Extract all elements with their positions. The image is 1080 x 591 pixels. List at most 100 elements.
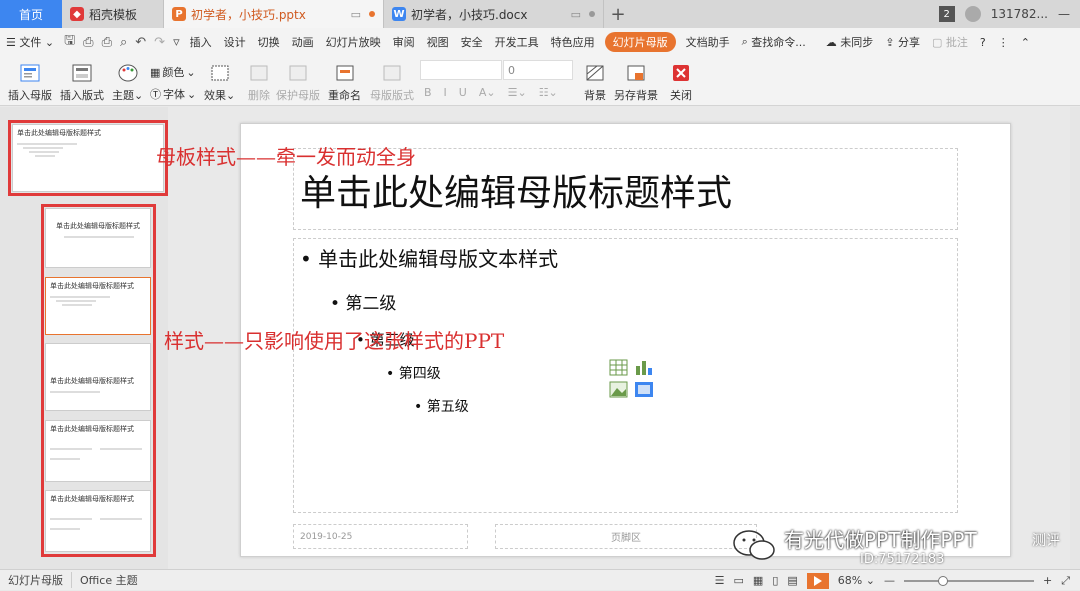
tab-pptx-label: 初学者，小技巧.pptx bbox=[191, 7, 306, 22]
master-annotation: 母板样式——牵一发而动全身 bbox=[156, 145, 416, 169]
customize-icon[interactable]: ▿ bbox=[169, 35, 184, 50]
fit-window-icon[interactable]: ⤢ bbox=[1061, 574, 1070, 588]
list-icon[interactable]: ☷⌄ bbox=[539, 86, 558, 99]
sync-status[interactable]: ☁ 未同步 bbox=[820, 34, 880, 50]
date-placeholder[interactable]: 2019-10-25 bbox=[293, 524, 468, 549]
monitor-icon[interactable]: ▭ bbox=[351, 8, 361, 21]
insert-master-button[interactable]: 插入母版 bbox=[8, 62, 52, 103]
watermark: 有光代做PPT制作PPT ID:75172183 测评 bbox=[730, 520, 1070, 572]
preserve-master-label: 保护母版 bbox=[276, 89, 320, 102]
font-size-select[interactable]: 0 bbox=[503, 60, 573, 80]
zoom-in-icon[interactable]: + bbox=[1043, 574, 1052, 587]
rename-button[interactable]: 重命名 bbox=[328, 62, 361, 103]
watermark-id: ID:75172183 bbox=[860, 552, 945, 567]
zoom-slider-knob[interactable] bbox=[937, 575, 948, 586]
comment-button[interactable]: ▢ 批注 bbox=[926, 34, 974, 50]
underline-icon[interactable]: U bbox=[459, 86, 467, 99]
menu-insert[interactable]: 插入 bbox=[184, 34, 218, 50]
insert-layout-button[interactable]: 插入版式 bbox=[60, 62, 104, 103]
save-background-button[interactable]: 另存背景 bbox=[614, 62, 658, 103]
zoom-out-icon[interactable]: — bbox=[884, 574, 895, 587]
reading-view-icon[interactable]: ▯ bbox=[772, 574, 778, 587]
master-layout-button[interactable]: 母版版式 bbox=[370, 62, 414, 103]
menu-animation[interactable]: 动画 bbox=[286, 34, 320, 50]
save-icon[interactable]: 🖫 bbox=[60, 31, 79, 53]
picture-icon[interactable] bbox=[609, 381, 628, 398]
effect-label: 效果⌄ bbox=[204, 89, 236, 102]
delete-icon bbox=[248, 62, 270, 84]
media-icon[interactable] bbox=[635, 382, 653, 397]
collapse-ribbon-icon[interactable]: ⌃ bbox=[1015, 36, 1036, 49]
avatar[interactable] bbox=[964, 6, 981, 22]
sync-status-label: 未同步 bbox=[840, 36, 874, 49]
print-preview-icon[interactable]: ⌕ bbox=[116, 35, 131, 50]
effect-button[interactable]: 效果⌄ bbox=[204, 62, 235, 103]
text-level-5: • 第五级 bbox=[414, 399, 469, 415]
play-slideshow-button[interactable] bbox=[806, 572, 829, 589]
menu-features[interactable]: 特色应用 bbox=[545, 34, 601, 50]
search-command[interactable]: ⌕ 查找命令... bbox=[736, 34, 812, 50]
share-button[interactable]: ⇪ 分享 bbox=[879, 34, 926, 50]
menu-slideshow[interactable]: 幻灯片放映 bbox=[320, 34, 387, 50]
zoom-value[interactable]: 68% ⌄ bbox=[838, 574, 875, 587]
align-icon[interactable]: ☰⌄ bbox=[508, 86, 527, 99]
background-label: 背景 bbox=[584, 89, 606, 102]
user-id[interactable]: 131782... bbox=[991, 7, 1048, 21]
font-button[interactable]: Ⓣ 字体 ⌄ bbox=[150, 86, 196, 102]
export-pdf-icon[interactable]: ⎙ bbox=[79, 35, 97, 50]
minimize-icon[interactable]: — bbox=[1058, 7, 1070, 21]
font-color-icon[interactable]: A⌄ bbox=[479, 86, 496, 99]
chart-icon[interactable] bbox=[636, 361, 652, 375]
delete-label: 删除 bbox=[248, 89, 270, 102]
canvas-scrollbar[interactable] bbox=[1070, 107, 1080, 569]
wechat-icon bbox=[733, 530, 775, 560]
window-count-badge[interactable]: 2 bbox=[938, 6, 955, 22]
insert-content-icons bbox=[609, 359, 653, 398]
help-icon[interactable]: ? bbox=[974, 36, 992, 49]
zoom-slider[interactable] bbox=[903, 575, 1034, 586]
unsaved-dot-icon bbox=[369, 11, 375, 17]
close-master-button[interactable]: 关闭 bbox=[670, 62, 692, 103]
tab-pptx[interactable]: P 初学者，小技巧.pptx ▭ bbox=[164, 0, 384, 28]
menu-security[interactable]: 安全 bbox=[455, 34, 489, 50]
theme-button[interactable]: 主题⌄ bbox=[112, 62, 143, 103]
tab-home[interactable]: 首页 bbox=[0, 0, 62, 28]
delete-button[interactable]: 删除 bbox=[248, 62, 270, 103]
footer-placeholder[interactable]: 页脚区 bbox=[495, 524, 757, 549]
notes-icon[interactable]: ☰ bbox=[715, 574, 725, 587]
comment-label: 批注 bbox=[945, 36, 968, 49]
presenter-icon[interactable]: ▤ bbox=[787, 574, 797, 587]
print-icon[interactable]: ⎙ bbox=[98, 35, 116, 50]
preserve-master-button[interactable]: 保护母版 bbox=[276, 62, 320, 103]
normal-view-icon[interactable]: ▭ bbox=[734, 574, 744, 587]
table-icon[interactable] bbox=[609, 359, 628, 376]
tab-docx[interactable]: W 初学者，小技巧.docx ▭ bbox=[384, 0, 604, 28]
tab-bar: 首页 ◆ 稻壳模板 P 初学者，小技巧.pptx ▭ W 初学者，小技巧.doc… bbox=[0, 0, 1080, 28]
layout-annotation: 样式——只影响使用了这张样式的PPT bbox=[164, 329, 505, 353]
menu-slide-master[interactable]: 幻灯片母版 bbox=[604, 32, 676, 52]
redo-icon[interactable]: ↷ bbox=[150, 35, 169, 50]
background-button[interactable]: 背景 bbox=[584, 62, 606, 103]
monitor-icon[interactable]: ▭ bbox=[571, 8, 581, 21]
background-icon bbox=[584, 62, 606, 84]
file-menu[interactable]: ☰ 文件 ⌄ bbox=[0, 34, 60, 50]
menu-review[interactable]: 审阅 bbox=[387, 34, 421, 50]
menu-design[interactable]: 设计 bbox=[218, 34, 252, 50]
dot-icon bbox=[589, 11, 595, 17]
bold-icon[interactable]: B bbox=[424, 86, 432, 99]
color-button[interactable]: ▦ 颜色 ⌄ bbox=[150, 64, 196, 80]
menu-view[interactable]: 视图 bbox=[421, 34, 455, 50]
tab-template[interactable]: ◆ 稻壳模板 bbox=[62, 0, 164, 28]
menu-doc-assistant[interactable]: 文档助手 bbox=[680, 34, 736, 50]
italic-icon[interactable]: I bbox=[444, 86, 447, 99]
new-tab-button[interactable]: + bbox=[604, 0, 632, 28]
font-family-select[interactable] bbox=[420, 60, 502, 80]
watermark-title: 有光代做PPT制作PPT bbox=[784, 528, 977, 552]
text-level-4: • 第四级 bbox=[386, 366, 441, 382]
more-icon[interactable]: ⋮ bbox=[992, 36, 1015, 49]
undo-icon[interactable]: ↶ bbox=[131, 35, 150, 50]
menu-developer[interactable]: 开发工具 bbox=[489, 34, 545, 50]
slide-sorter-icon[interactable]: ▦ bbox=[753, 574, 763, 587]
share-label: 分享 bbox=[897, 36, 920, 49]
menu-transition[interactable]: 切换 bbox=[252, 34, 286, 50]
